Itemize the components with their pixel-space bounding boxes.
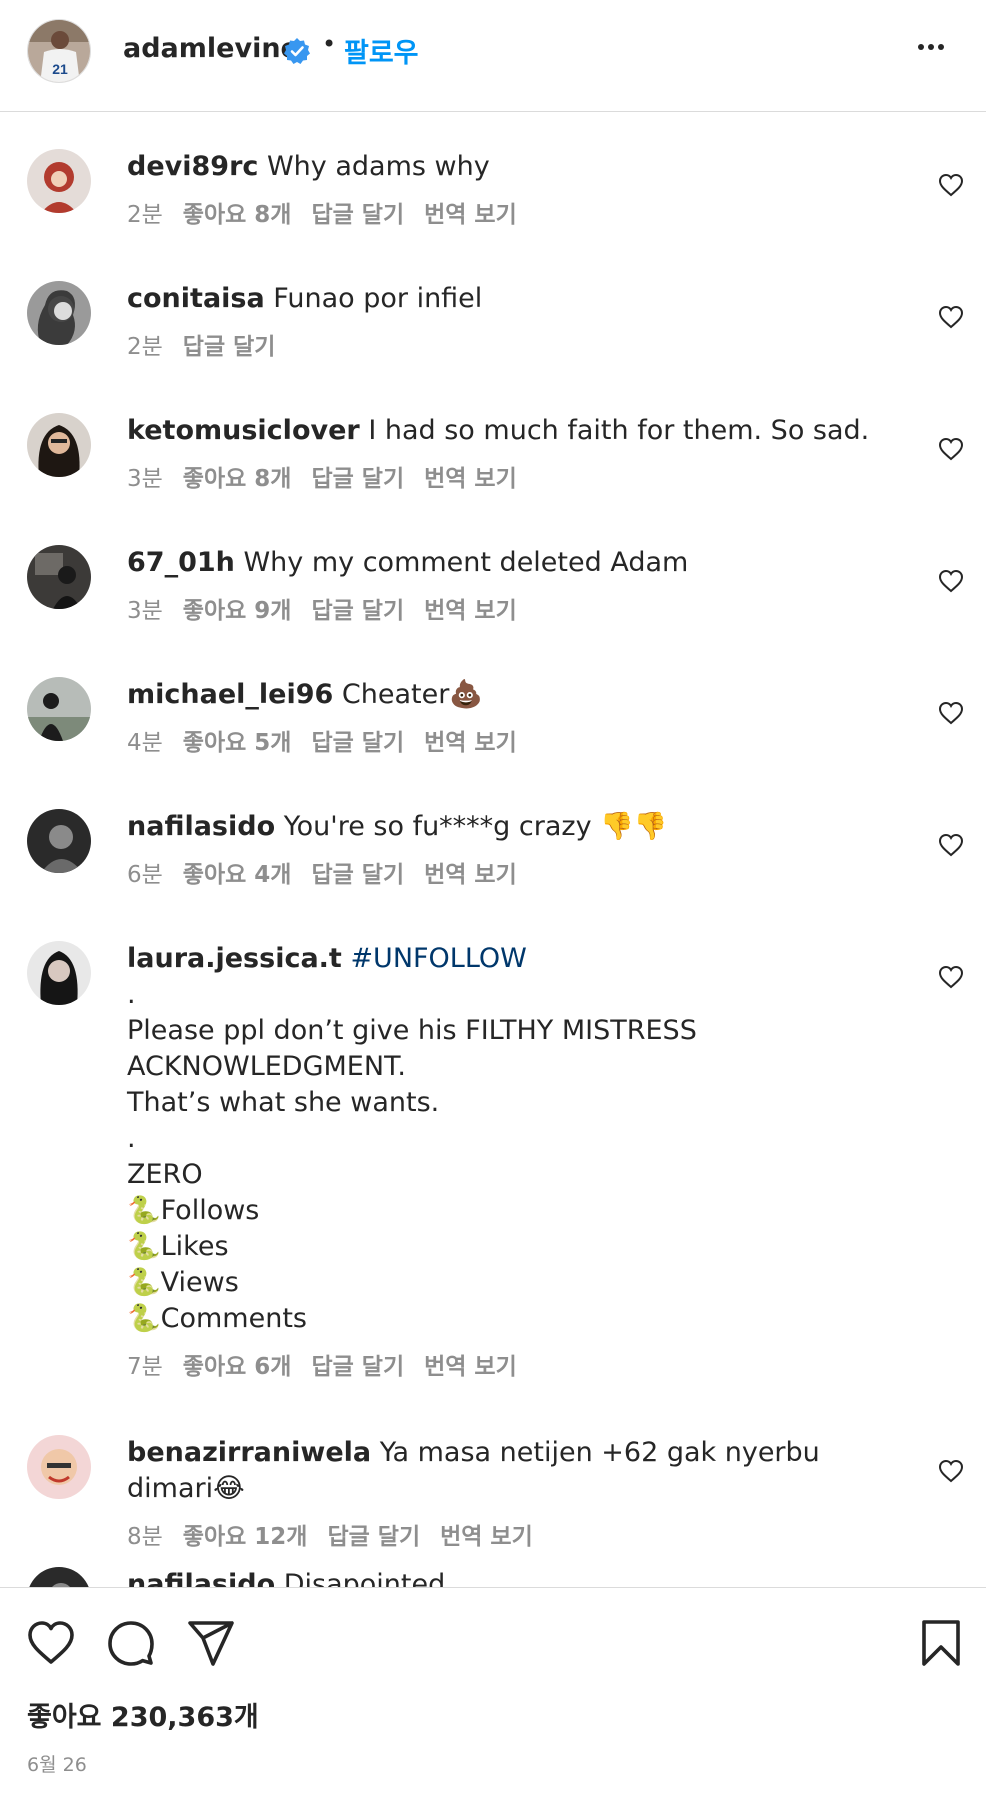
reply-button[interactable]: 답글 달기 (311, 862, 404, 888)
translate-button[interactable]: 번역 보기 (424, 202, 517, 228)
comment-text: Funao por infiel (273, 283, 483, 314)
comment-avatar[interactable] (27, 809, 91, 873)
comment-time[interactable]: 6분 (127, 862, 163, 888)
translate-button[interactable]: 번역 보기 (424, 466, 517, 492)
post-date: 6월 26 (27, 1754, 87, 1776)
comment-time[interactable]: 2분 (127, 334, 163, 360)
more-options-icon[interactable] (918, 36, 954, 66)
comment-avatar[interactable] (27, 677, 91, 741)
follow-button[interactable]: 팔로우 (344, 31, 419, 70)
like-heart-icon[interactable] (26, 1618, 76, 1668)
svg-text:21: 21 (52, 61, 68, 77)
translate-button[interactable]: 번역 보기 (424, 862, 517, 888)
comment-username[interactable]: nafilasido (127, 811, 275, 842)
heart-icon[interactable] (938, 965, 964, 989)
translate-button[interactable]: 번역 보기 (424, 598, 517, 624)
comment-line: 🐍Comments (127, 1303, 307, 1334)
post-header: 21 adamlevine • 팔로우 (0, 0, 986, 112)
comment-time[interactable]: 3분 (127, 466, 163, 492)
comment-username[interactable]: devi89rc (127, 151, 258, 182)
comment-line: . (127, 979, 136, 1010)
translate-button[interactable]: 번역 보기 (424, 730, 517, 756)
comment-time[interactable]: 8분 (127, 1524, 163, 1550)
header-separator: • (322, 30, 337, 58)
comment-avatar[interactable] (27, 149, 91, 213)
reply-button[interactable]: 답글 달기 (327, 1524, 420, 1550)
hashtag-link[interactable]: #UNFOLLOW (350, 943, 526, 974)
author-avatar[interactable]: 21 (27, 19, 91, 83)
comment-time[interactable]: 2분 (127, 202, 163, 228)
comment-text: Why adams why (266, 151, 490, 182)
comment-avatar[interactable] (27, 1435, 91, 1499)
comment-time[interactable]: 7분 (127, 1354, 163, 1380)
comment-avatar[interactable] (27, 281, 91, 345)
comment-text: Cheater💩 (341, 679, 483, 710)
comment-avatar[interactable] (27, 413, 91, 477)
comment-text: Disapointed (283, 1569, 446, 1587)
comment-avatar[interactable] (27, 545, 91, 609)
comment-likes[interactable]: 좋아요 4개 (183, 862, 292, 888)
heart-icon[interactable] (938, 437, 964, 461)
share-icon[interactable] (186, 1618, 236, 1668)
comment-time[interactable]: 3분 (127, 598, 163, 624)
comment-username[interactable]: benazirraniwela (127, 1437, 371, 1468)
reply-button[interactable]: 답글 달기 (311, 598, 404, 624)
reply-button[interactable]: 답글 달기 (311, 730, 404, 756)
comment-username[interactable]: laura.jessica.t (127, 943, 342, 974)
post-action-bar: 좋아요 230,363개 6월 26 (0, 1587, 986, 1802)
comment-line: Please ppl don’t give his FILTHY MISTRES… (127, 1015, 706, 1082)
heart-icon[interactable] (938, 173, 964, 197)
comment-line: . (127, 1123, 136, 1154)
comment-likes[interactable]: 좋아요 6개 (183, 1354, 292, 1380)
author-username[interactable]: adamlevine (123, 33, 299, 64)
comments-list[interactable]: devi89rc Why adams why 2분 좋아요 8개 답글 달기 번역 보… (0, 113, 986, 1587)
reply-button[interactable]: 답글 달기 (311, 466, 404, 492)
heart-icon[interactable] (938, 305, 964, 329)
comment-text: Why my comment deleted Adam (243, 547, 689, 578)
like-count[interactable]: 좋아요 230,363개 (27, 1695, 259, 1734)
comment-username[interactable]: michael_lei96 (127, 679, 333, 710)
bookmark-icon[interactable] (916, 1618, 966, 1668)
comment-line: 🐍Views (127, 1267, 239, 1298)
reply-button[interactable]: 답글 달기 (311, 1354, 404, 1380)
comment-line: That’s what she wants. (127, 1087, 440, 1118)
verified-badge-icon (284, 38, 310, 64)
comment-line: 🐍Likes (127, 1231, 229, 1262)
comment-avatar[interactable] (27, 941, 91, 1005)
comment-avatar[interactable] (27, 1567, 91, 1587)
reply-button[interactable]: 답글 달기 (183, 334, 276, 360)
comment-text: You're so fu****g crazy 👎👎 (283, 811, 668, 842)
comment-username[interactable]: conitaisa (127, 283, 265, 314)
reply-button[interactable]: 답글 달기 (311, 202, 404, 228)
comment-icon[interactable] (106, 1618, 156, 1668)
heart-icon[interactable] (938, 701, 964, 725)
comment-username[interactable]: ketomusiclover (127, 415, 360, 446)
heart-icon[interactable] (938, 1459, 964, 1483)
heart-icon[interactable] (938, 833, 964, 857)
comment-line: 🐍Follows (127, 1195, 260, 1226)
comment-time[interactable]: 4분 (127, 730, 163, 756)
heart-icon[interactable] (938, 569, 964, 593)
comment-likes[interactable]: 좋아요 12개 (183, 1524, 308, 1550)
comment-likes[interactable]: 좋아요 9개 (183, 598, 292, 624)
comment-likes[interactable]: 좋아요 5개 (183, 730, 292, 756)
comment-likes[interactable]: 좋아요 8개 (183, 466, 292, 492)
comment-line: ZERO (127, 1159, 203, 1190)
comment-username[interactable]: nafilasido (127, 1569, 275, 1587)
comment-username[interactable]: 67_01h (127, 547, 235, 578)
translate-button[interactable]: 번역 보기 (424, 1354, 517, 1380)
translate-button[interactable]: 번역 보기 (440, 1524, 533, 1550)
comment-likes[interactable]: 좋아요 8개 (183, 202, 292, 228)
comment-text: I had so much faith for them. So sad. (368, 415, 870, 446)
